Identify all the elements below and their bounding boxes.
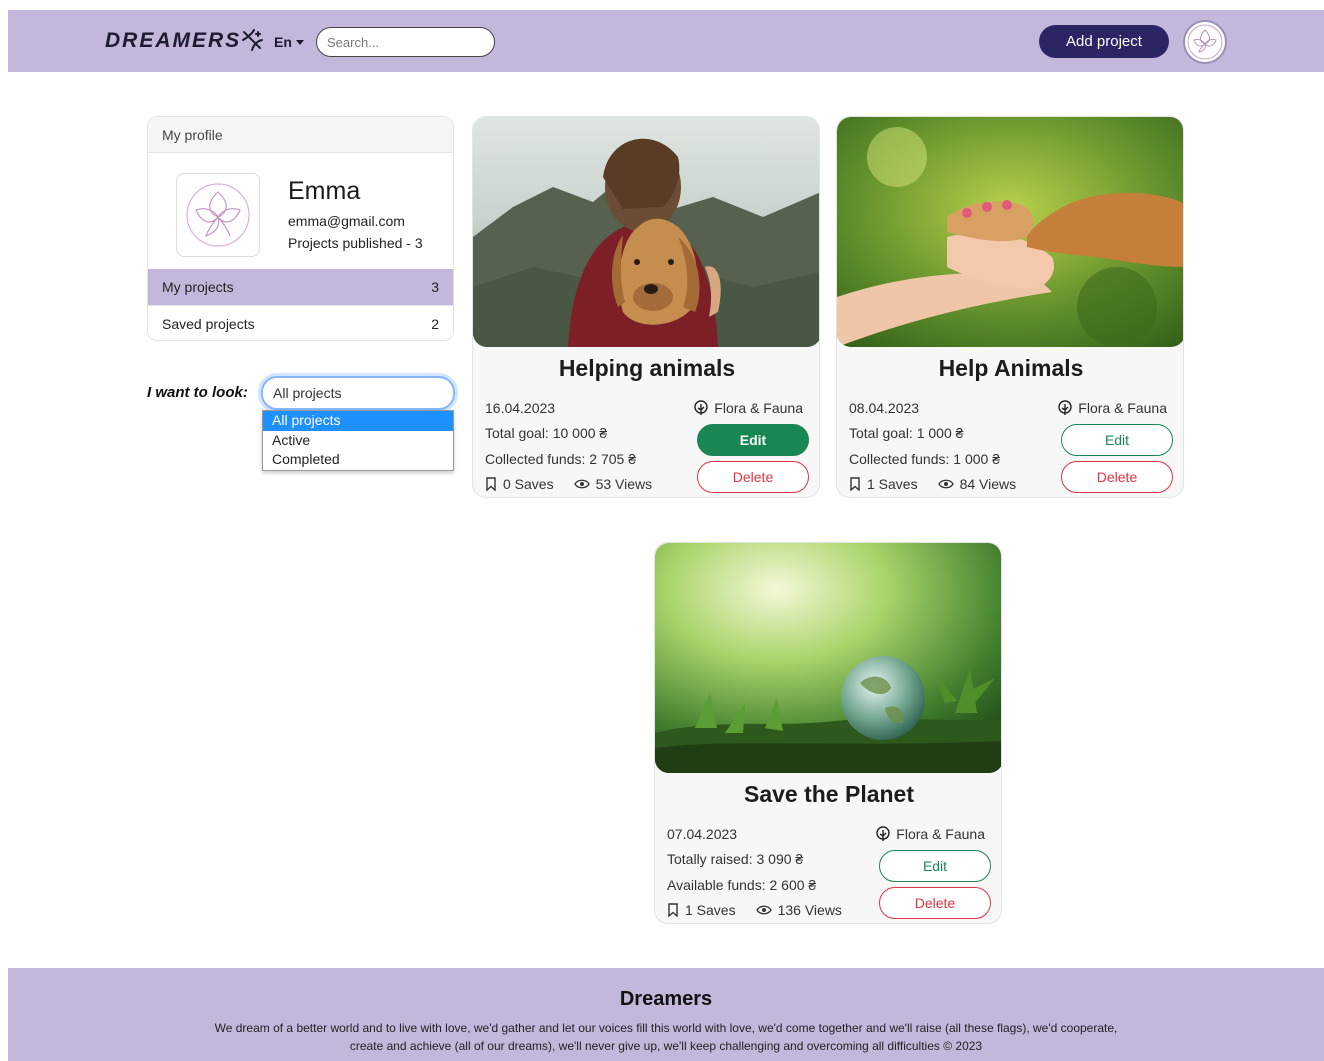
projects-published: Projects published - 3	[288, 235, 423, 251]
footer-text: We dream of a better world and to live w…	[214, 1021, 1118, 1053]
profile-card: My profile Emma emma@gmail.com Projects …	[147, 116, 454, 341]
filter-label: I want to look:	[147, 384, 248, 401]
tree-icon	[694, 400, 708, 415]
profile-avatar	[176, 173, 260, 257]
project-category: Flora & Fauna	[693, 400, 803, 416]
bookmark-icon	[486, 477, 496, 491]
views-count: 84 Views	[959, 476, 1017, 492]
project-raised: Totally raised: 3 090 ₴	[667, 851, 804, 867]
caret-down-icon	[295, 39, 304, 45]
project-card[interactable]: Save the Planet 07.04.2023 Flora & Fauna…	[654, 542, 1002, 924]
nav-my-projects[interactable]: My projects 3	[148, 269, 453, 305]
nav-count: 3	[431, 279, 439, 295]
delete-button[interactable]: Delete	[879, 887, 991, 919]
project-category: Flora & Fauna	[1057, 400, 1167, 416]
nav-saved-projects[interactable]: Saved projects 2	[148, 305, 453, 340]
search-input[interactable]	[316, 27, 495, 57]
category-label: Flora & Fauna	[896, 826, 985, 842]
project-title: Helping animals	[558, 355, 736, 381]
language-dropdown[interactable]: En	[274, 34, 304, 50]
logo-sparkle-icon	[242, 29, 263, 51]
views-count: 53 Views	[595, 476, 653, 492]
category-label: Flora & Fauna	[1078, 400, 1167, 416]
project-funds: Collected funds: 2 705 ₴	[485, 451, 636, 467]
avatar-flower-icon	[1187, 24, 1223, 60]
top-navbar: DREAMERS En Add project	[8, 10, 1324, 72]
project-image-hand-and-paw[interactable]	[837, 117, 1183, 347]
project-title: Help Animals	[938, 355, 1084, 381]
footer-title: Dreamers	[619, 988, 713, 1010]
project-stats: 1 Saves 136 Views	[667, 902, 842, 918]
project-date: 08.04.2023	[849, 400, 920, 416]
profile-heading: My profile	[148, 117, 453, 153]
project-stats: 0 Saves 53 Views	[485, 476, 652, 492]
views-count: 136 Views	[777, 902, 842, 918]
category-label: Flora & Fauna	[714, 400, 803, 416]
project-image-glass-globe[interactable]	[655, 543, 1001, 773]
project-goal: Total goal: 10 000 ₴	[485, 425, 608, 441]
project-funds: Available funds: 2 600 ₴	[667, 877, 817, 893]
eye-icon	[573, 479, 590, 489]
nav-label: Saved projects	[162, 315, 255, 332]
project-image-man-hugging-dog[interactable]	[473, 117, 819, 347]
bookmark-icon	[850, 477, 860, 491]
saves-count: 1 Saves	[685, 902, 736, 918]
edit-button[interactable]: Edit	[879, 850, 991, 882]
project-card[interactable]: Help Animals 08.04.2023 Flora & Fauna To…	[836, 116, 1184, 498]
edit-button[interactable]: Edit	[1061, 424, 1173, 456]
user-avatar[interactable]	[1183, 20, 1227, 64]
bookmark-icon	[668, 903, 678, 917]
project-date: 07.04.2023	[667, 826, 738, 842]
profile-flower-icon	[186, 183, 250, 247]
nav-label: My projects	[162, 279, 234, 295]
filter-option-all[interactable]: All projects	[263, 411, 453, 431]
project-card[interactable]: Helping animals 16.04.2023 Flora & Fauna…	[472, 116, 820, 498]
tree-icon	[1058, 400, 1072, 415]
eye-icon	[755, 905, 772, 915]
profile-email: emma@gmail.com	[288, 213, 405, 229]
project-date: 16.04.2023	[485, 400, 556, 416]
filter-option-completed[interactable]: Completed	[263, 450, 453, 470]
nav-count: 2	[431, 315, 439, 332]
delete-button[interactable]: Delete	[697, 461, 809, 493]
eye-icon	[937, 479, 954, 489]
delete-button[interactable]: Delete	[1061, 461, 1173, 493]
saves-count: 0 Saves	[503, 476, 554, 492]
brand-logo[interactable]: DREAMERS	[105, 29, 241, 53]
project-goal: Total goal: 1 000 ₴	[849, 425, 964, 441]
project-filter-select[interactable]: All projects	[261, 376, 455, 410]
filter-dropdown-list: All projects Active Completed	[262, 410, 454, 471]
saves-count: 1 Saves	[867, 476, 918, 492]
project-stats: 1 Saves 84 Views	[849, 476, 1016, 492]
edit-button[interactable]: Edit	[697, 424, 809, 456]
project-funds: Collected funds: 1 000 ₴	[849, 451, 1000, 467]
language-label: En	[274, 34, 292, 50]
tree-icon	[876, 826, 890, 841]
footer: Dreamers We dream of a better world and …	[8, 968, 1324, 1061]
filter-option-active[interactable]: Active	[263, 431, 453, 451]
project-title: Save the Planet	[743, 781, 915, 807]
project-category: Flora & Fauna	[875, 826, 985, 842]
profile-name: Emma	[288, 177, 361, 205]
add-project-button[interactable]: Add project	[1039, 25, 1169, 58]
